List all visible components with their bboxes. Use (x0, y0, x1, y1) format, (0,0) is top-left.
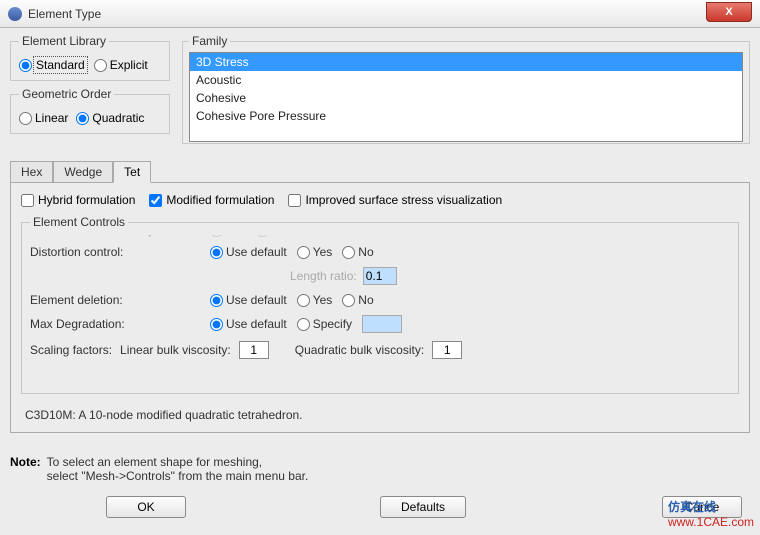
family-group: Family 3D Stress Acoustic Cohesive Cohes… (182, 34, 750, 144)
sec-no-radio (256, 235, 269, 237)
standard-radio-input[interactable] (19, 59, 32, 72)
modified-check[interactable]: Modified formulation (149, 193, 274, 207)
family-item-3d-stress[interactable]: 3D Stress (190, 53, 742, 71)
maxdeg-opts: Use default Specify (210, 315, 712, 333)
maxdeg-specify[interactable]: Specify (297, 317, 352, 331)
linear-radio-input[interactable] (19, 112, 32, 125)
maxdeg-default[interactable]: Use default (210, 317, 287, 331)
scaling-label: Scaling factors: (30, 343, 112, 357)
linbulk-label: Linear bulk viscosity: (120, 343, 231, 357)
note-label: Note: (10, 455, 41, 483)
quadbulk-label: Quadratic bulk viscosity: (295, 343, 424, 357)
tab-tet[interactable]: Tet (113, 161, 151, 183)
quadratic-radio-input[interactable] (76, 112, 89, 125)
element-library-legend: Element Library (19, 34, 109, 48)
length-ratio-input[interactable] (363, 267, 397, 285)
scroll-thumb[interactable] (714, 272, 726, 324)
modified-check-input[interactable] (149, 194, 162, 207)
explicit-radio-input[interactable] (94, 59, 107, 72)
distortion-yes[interactable]: Yes (297, 245, 333, 259)
element-controls-legend: Element Controls (30, 215, 128, 229)
linear-label: Linear (35, 111, 68, 125)
linear-radio[interactable]: Linear (19, 111, 68, 125)
tab-wedge[interactable]: Wedge (53, 161, 113, 183)
watermark-url: www.1CAE.com (668, 515, 754, 529)
watermark: 仿真在线 www.1CAE.com (668, 498, 754, 529)
element-description: C3D10M: A 10-node modified quadratic tet… (21, 408, 739, 422)
title-bar: Element Type X (0, 0, 760, 28)
deletion-opts: Use default Yes No (210, 293, 712, 307)
distortion-default[interactable]: Use default (210, 245, 287, 259)
improved-check-input[interactable] (288, 194, 301, 207)
length-ratio-label: Length ratio: (290, 269, 357, 283)
app-icon (8, 7, 22, 21)
defaults-button[interactable]: Defaults (380, 496, 466, 518)
distortion-no[interactable]: No (342, 245, 373, 259)
hybrid-label: Hybrid formulation (38, 193, 135, 207)
scroll-track[interactable] (713, 250, 727, 370)
tab-hex[interactable]: Hex (10, 161, 53, 183)
note-text: To select an element shape for meshing, … (47, 455, 309, 483)
geometric-order-group: Geometric Order Linear Quadratic (10, 87, 170, 134)
quadratic-radio[interactable]: Quadratic (76, 111, 144, 125)
quadbulk-input[interactable] (432, 341, 462, 359)
tab-strip: Hex Wedge Tet (10, 160, 750, 182)
standard-label: Standard (35, 58, 86, 72)
deletion-no[interactable]: No (342, 293, 373, 307)
window-title: Element Type (28, 7, 101, 21)
standard-radio[interactable]: Standard (19, 58, 86, 72)
content-area: Element Library Standard Explicit Geomet… (0, 28, 760, 521)
linbulk-input[interactable] (239, 341, 269, 359)
second-order-label: Second-order accuracy: (30, 235, 210, 237)
improved-check[interactable]: Improved surface stress visualization (288, 193, 502, 207)
family-item-acoustic[interactable]: Acoustic (190, 71, 742, 89)
family-list[interactable]: 3D Stress Acoustic Cohesive Cohesive Por… (189, 52, 743, 142)
maxdeg-label: Max Degradation: (30, 317, 210, 331)
modified-label: Modified formulation (166, 193, 274, 207)
family-legend: Family (189, 34, 230, 48)
hybrid-check[interactable]: Hybrid formulation (21, 193, 135, 207)
button-row: OK Defaults Cance (10, 493, 750, 521)
note-row: Note: To select an element shape for mes… (10, 455, 750, 483)
element-controls-scrollbar[interactable]: ▲ ▼ (712, 235, 728, 385)
ok-button[interactable]: OK (106, 496, 186, 518)
geometric-order-legend: Geometric Order (19, 87, 114, 101)
scroll-up-icon[interactable]: ▲ (713, 236, 727, 250)
close-button[interactable]: X (706, 2, 752, 22)
element-library-group: Element Library Standard Explicit (10, 34, 170, 81)
family-item-cohesive-pore[interactable]: Cohesive Pore Pressure (190, 107, 742, 125)
maxdeg-input[interactable] (362, 315, 402, 333)
deletion-yes[interactable]: Yes (297, 293, 333, 307)
improved-label: Improved surface stress visualization (305, 193, 502, 207)
element-controls-group: Element Controls Second-order accuracy: … (21, 215, 739, 394)
tab-body-tet: Hybrid formulation Modified formulation … (10, 182, 750, 433)
watermark-cn: 仿真在线 (668, 498, 754, 515)
deletion-label: Element deletion: (30, 293, 210, 307)
quadratic-label: Quadratic (92, 111, 144, 125)
explicit-radio[interactable]: Explicit (94, 58, 148, 72)
deletion-default[interactable]: Use default (210, 293, 287, 307)
hybrid-check-input[interactable] (21, 194, 34, 207)
distortion-label: Distortion control: (30, 245, 210, 259)
explicit-label: Explicit (110, 58, 148, 72)
distortion-opts: Use default Yes No (210, 245, 712, 259)
sec-yes-radio (210, 235, 223, 237)
second-order-opts: Yes No (210, 235, 712, 237)
family-item-cohesive[interactable]: Cohesive (190, 89, 742, 107)
scroll-down-icon[interactable]: ▼ (713, 370, 727, 384)
